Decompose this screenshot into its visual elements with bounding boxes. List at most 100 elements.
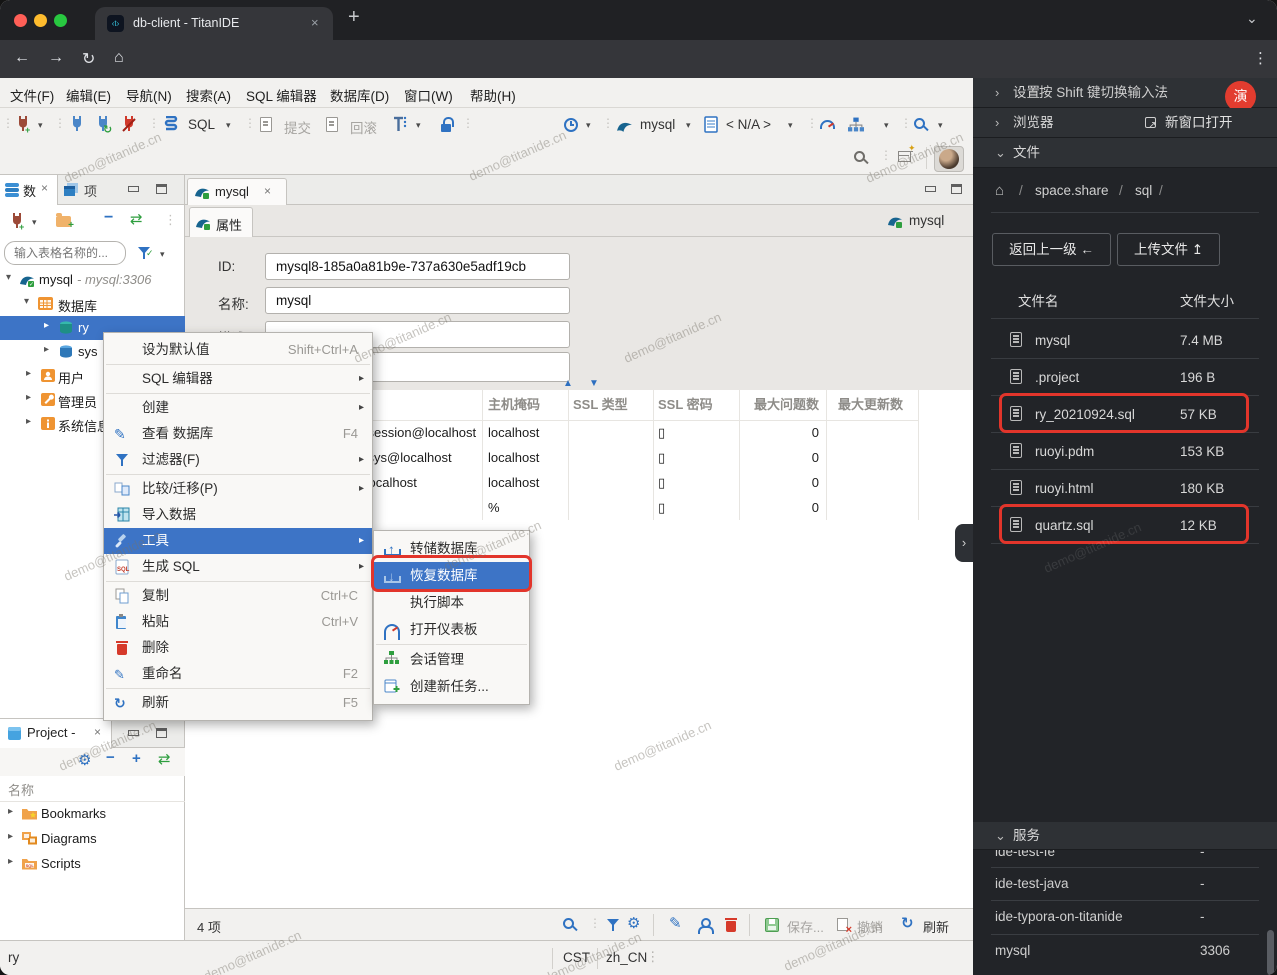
commit-button[interactable]: 提交 (284, 117, 311, 137)
home-icon[interactable]: ⌂ (995, 182, 1004, 199)
menu-item-delete[interactable]: 删除 (104, 635, 372, 661)
transaction-log-clock-icon[interactable] (564, 118, 578, 132)
maximize-editor-icon[interactable] (951, 184, 962, 194)
tab-close-icon[interactable]: × (41, 181, 48, 195)
file-row-highlighted[interactable]: quartz.sql 12 KB (973, 507, 1277, 544)
rollback-icon[interactable] (326, 117, 338, 132)
column-header[interactable]: 最大更新数 (838, 390, 918, 420)
tab-properties[interactable]: 属性 (189, 207, 253, 237)
file-row[interactable]: ruoyi.pdm 153 KB (973, 433, 1277, 470)
project-item-scripts[interactable]: ▸ SQL Scripts (0, 852, 185, 877)
section-services[interactable]: ⌄ 服务 (973, 822, 1277, 850)
reload-icon[interactable]: ↻ (82, 49, 95, 69)
expander-icon[interactable]: ▸ (26, 416, 31, 427)
revert-icon[interactable] (837, 918, 852, 936)
save-icon[interactable] (765, 918, 779, 932)
status-kebab-icon[interactable]: ⋮ (646, 949, 660, 965)
link-with-editor-icon[interactable]: ⇄ (130, 210, 143, 228)
collapse-all-icon[interactable]: − (104, 209, 113, 227)
link-with-editor-icon[interactable]: ⇄ (158, 750, 171, 768)
file-row[interactable]: .project 196 B (973, 359, 1277, 396)
menu-help[interactable]: 帮助(H) (470, 85, 516, 105)
search-dropdown-icon[interactable]: ▾ (938, 120, 943, 131)
active-connection-select[interactable]: mysql (640, 117, 675, 132)
tasks-icon[interactable] (848, 117, 864, 132)
submenu-item-dump-database[interactable]: 转储数据库 (374, 535, 529, 563)
grid-search-icon[interactable] (563, 918, 574, 929)
menu-edit[interactable]: 编辑(E) (66, 85, 111, 105)
breadcrumb-item[interactable]: space.share (1035, 183, 1109, 198)
open-new-window-button[interactable]: 新窗口打开 (1165, 108, 1233, 138)
expand-all-icon[interactable]: + (132, 750, 141, 767)
tasks-dropdown-icon[interactable]: ▾ (884, 120, 889, 131)
window-zoom-button[interactable] (54, 14, 67, 27)
user-avatar-button[interactable] (934, 146, 964, 172)
section-settings[interactable]: › 设置 按 Shift 键切换输入法 演 (973, 78, 1277, 112)
column-header[interactable]: 最大问题数 (739, 390, 819, 420)
menu-search[interactable]: 搜索(A) (186, 85, 231, 105)
menu-item-copy[interactable]: 复制 Ctrl+C (104, 583, 372, 609)
menu-item-generate-sql[interactable]: SQL 生成 SQL ▸ (104, 554, 372, 580)
menu-sql-editor[interactable]: SQL 编辑器 (246, 85, 317, 105)
collapse-all-icon[interactable]: − (106, 749, 115, 766)
expander-icon[interactable]: ▾ (24, 296, 29, 307)
menu-item-compare-migrate[interactable]: 比较/迁移(P) ▸ (104, 476, 372, 502)
minimize-view-icon[interactable] (128, 730, 139, 736)
browser-tab[interactable]: ‹t› db-client - TitanIDE × (95, 7, 333, 40)
expander-icon[interactable]: ▸ (8, 831, 13, 842)
submenu-item-restore-database[interactable]: 恢复数据库 (374, 562, 529, 590)
menu-item-tools[interactable]: 工具 ▸ (104, 528, 372, 554)
menu-item-create[interactable]: 创建 ▸ (104, 395, 372, 421)
dashboard-gauge-icon[interactable] (820, 120, 835, 129)
menu-item-filter[interactable]: 过滤器(F) ▸ (104, 447, 372, 473)
tab-close-icon[interactable]: × (264, 184, 271, 198)
file-row[interactable]: mysql 7.4 MB (973, 322, 1277, 359)
tab-database-navigator[interactable]: 数 × (0, 175, 58, 205)
expander-icon[interactable]: ▸ (8, 806, 13, 817)
table-filter-input[interactable] (4, 241, 126, 265)
tab-close-icon[interactable]: × (311, 15, 319, 30)
menu-item-import-data[interactable]: 导入数据 (104, 502, 372, 528)
submenu-item-create-task[interactable]: 创建新任务... (374, 673, 529, 700)
refresh-button[interactable]: 刷新 (923, 917, 949, 936)
commit-icon[interactable] (260, 117, 272, 132)
window-close-button[interactable] (14, 14, 27, 27)
filter-dropdown-icon[interactable]: ▾ (160, 249, 165, 260)
lock-icon[interactable] (440, 117, 454, 132)
sql-mode-dropdown-icon[interactable]: ▾ (226, 120, 231, 131)
menu-item-rename[interactable]: ✎ 重命名 F2 (104, 661, 372, 687)
database-dropdown-icon[interactable]: ▾ (788, 120, 793, 131)
dropdown-icon[interactable]: ▾ (32, 217, 37, 228)
menu-item-refresh[interactable]: ↻ 刷新 F5 (104, 690, 372, 716)
gear-icon[interactable]: ⚙ (78, 751, 91, 769)
service-row[interactable]: ide-typora-on-titanide - (973, 901, 1277, 933)
sql-mode-button[interactable]: SQL (188, 117, 215, 132)
new-connection-icon[interactable]: + (8, 212, 26, 231)
maximize-view-icon[interactable] (156, 184, 167, 194)
new-connection-icon[interactable]: + (14, 115, 32, 134)
add-user-icon[interactable] (697, 918, 714, 934)
file-row[interactable]: ruoyi.html 180 KB (973, 470, 1277, 507)
tab-project[interactable]: Project - × (0, 719, 112, 749)
menu-item-sql-editor[interactable]: SQL 编辑器 ▸ (104, 366, 372, 392)
back-icon[interactable]: ← (14, 49, 30, 67)
transaction-filter-icon[interactable] (392, 116, 408, 134)
transaction-log-dropdown-icon[interactable]: ▾ (586, 120, 591, 131)
new-folder-icon[interactable] (56, 213, 74, 231)
submenu-item-session-manager[interactable]: 会话管理 (374, 646, 529, 673)
project-item-diagrams[interactable]: ▸ Diagrams (0, 827, 185, 852)
connection-dropdown-icon[interactable]: ▾ (686, 120, 691, 131)
splitter-collapse-icon[interactable]: ▲ (563, 378, 573, 389)
search-icon[interactable] (914, 118, 925, 129)
menu-database[interactable]: 数据库(D) (330, 85, 389, 105)
expander-icon[interactable]: ▸ (8, 856, 13, 867)
minimize-editor-icon[interactable] (925, 186, 936, 192)
browser-menu-kebab-icon[interactable]: ⋮ (1253, 49, 1268, 67)
refresh-icon[interactable]: ↻ (901, 914, 914, 932)
expander-icon[interactable]: ▸ (26, 392, 31, 403)
status-timezone[interactable]: CST (563, 950, 590, 965)
expander-icon[interactable]: ▾ (6, 272, 11, 283)
new-tab-button[interactable]: + (348, 6, 360, 29)
back-parent-button[interactable]: 返回上一级 ← (992, 233, 1111, 266)
submenu-item-open-dashboard[interactable]: 打开仪表板 (374, 616, 529, 643)
